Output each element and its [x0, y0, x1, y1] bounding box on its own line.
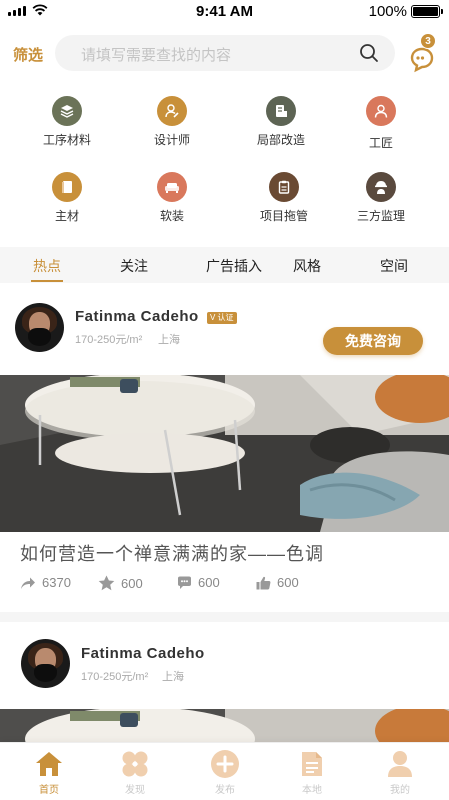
- category-label: 三方监理: [356, 209, 405, 223]
- author-city: 上海: [162, 671, 184, 683]
- document-edit-icon: [266, 96, 296, 126]
- nav-label: 发布: [215, 785, 235, 796]
- clipboard-icon: [269, 172, 299, 202]
- like-count: 600: [277, 575, 299, 590]
- category-label: 项目拖管: [259, 209, 308, 223]
- section-divider: [0, 612, 449, 622]
- nav-profile[interactable]: 我的: [370, 749, 430, 796]
- category-partial-renovation[interactable]: 局部改造: [231, 96, 331, 148]
- nav-label: 本地: [302, 785, 322, 796]
- nav-discover[interactable]: 发现: [105, 749, 165, 796]
- free-consult-button[interactable]: 免费咨询: [323, 327, 423, 355]
- book-icon: [52, 172, 82, 202]
- search-icon[interactable]: [359, 43, 379, 63]
- comment-stat[interactable]: 600: [177, 575, 220, 590]
- category-third-party-supervision[interactable]: 三方监理: [331, 172, 431, 224]
- share-icon: [21, 577, 35, 589]
- plus-icon: [211, 750, 239, 778]
- nav-label: 首页: [39, 785, 59, 796]
- verified-badge: V 认证: [207, 312, 237, 324]
- search-input[interactable]: 请填写需要查找的内容: [55, 35, 395, 71]
- post-title[interactable]: 如何营造一个禅意满满的家——色调: [20, 540, 324, 566]
- author-name[interactable]: Fatinma Cadeho: [75, 308, 199, 325]
- nav-publish[interactable]: 发布: [195, 749, 255, 796]
- author-name[interactable]: Fatinma Cadeho: [81, 645, 205, 662]
- comment-count: 600: [198, 575, 220, 590]
- layers-icon: [52, 96, 82, 126]
- status-bar: 9:41 AM 100%: [0, 0, 449, 24]
- post-card[interactable]: Fatinma Cadeho 170-250元/m² 上海: [0, 622, 449, 742]
- home-icon: [36, 752, 62, 776]
- nav-local[interactable]: 本地: [282, 749, 342, 796]
- share-count: 6370: [42, 575, 71, 590]
- battery-percentage: 100%: [368, 3, 407, 20]
- category-craftsman[interactable]: 工匠: [331, 96, 431, 151]
- comment-icon: [178, 576, 191, 589]
- post-cover-image[interactable]: [0, 709, 449, 742]
- avatar[interactable]: [15, 303, 64, 352]
- star-icon: [98, 575, 115, 591]
- person-icon: [366, 96, 396, 126]
- category-label: 工序材料: [42, 133, 91, 147]
- category-label: 工匠: [368, 136, 393, 150]
- thumbs-up-icon: [256, 576, 271, 589]
- notes-icon: [302, 752, 322, 776]
- category-process-materials[interactable]: 工序材料: [17, 96, 117, 148]
- tab-ad-insert[interactable]: 广告插入: [206, 256, 262, 276]
- message-button[interactable]: 3: [408, 33, 438, 73]
- avatar[interactable]: [21, 639, 70, 688]
- tab-following[interactable]: 关注: [120, 256, 148, 276]
- author-price-range: 170-250元/m²: [75, 334, 143, 346]
- nav-label: 我的: [390, 785, 410, 796]
- message-count-badge: 3: [420, 33, 436, 49]
- sofa-icon: [157, 172, 187, 202]
- favorite-count: 600: [121, 575, 143, 591]
- profile-icon: [388, 751, 412, 777]
- category-label: 主材: [54, 209, 79, 223]
- category-designer[interactable]: 设计师: [122, 96, 222, 148]
- filter-button[interactable]: 筛选: [13, 44, 43, 65]
- category-label: 设计师: [153, 133, 190, 147]
- author-price-range: 170-250元/m²: [81, 671, 149, 683]
- category-label: 软装: [159, 209, 184, 223]
- chat-bubble-icon: [410, 47, 434, 73]
- post-stats: 6370 600 600 600: [20, 575, 420, 595]
- worker-icon: [366, 172, 396, 202]
- feed-tab-bar: 热点 关注 广告插入 风格 空间: [0, 247, 449, 283]
- living-room-photo: [0, 375, 449, 532]
- living-room-photo: [0, 709, 449, 742]
- designer-icon: [157, 96, 187, 126]
- discover-icon: [122, 751, 148, 777]
- favorite-stat[interactable]: 600: [98, 575, 143, 591]
- share-stat[interactable]: 6370: [20, 575, 71, 590]
- nav-label: 发现: [125, 785, 145, 796]
- search-bar-row: 筛选 请填写需要查找的内容 3: [0, 33, 449, 73]
- category-soft-furnishing[interactable]: 软装: [122, 172, 222, 224]
- tab-style[interactable]: 风格: [293, 256, 321, 276]
- battery-icon: [411, 5, 443, 18]
- post-card[interactable]: Fatinma Cadeho V 认证 170-250元/m² 上海 免费咨询 …: [0, 283, 449, 605]
- search-placeholder: 请填写需要查找的内容: [81, 47, 232, 64]
- like-stat[interactable]: 600: [256, 575, 299, 590]
- nav-home[interactable]: 首页: [19, 749, 79, 796]
- author-city: 上海: [158, 334, 180, 346]
- post-cover-image[interactable]: [0, 375, 449, 532]
- tab-hot[interactable]: 热点: [31, 256, 63, 282]
- tab-space[interactable]: 空间: [380, 256, 408, 276]
- bottom-navigation: 首页 发现 发布 本地 我的: [0, 742, 449, 800]
- category-main-materials[interactable]: 主材: [17, 172, 117, 224]
- category-project-management[interactable]: 项目拖管: [234, 172, 334, 224]
- category-label: 局部改造: [256, 133, 305, 147]
